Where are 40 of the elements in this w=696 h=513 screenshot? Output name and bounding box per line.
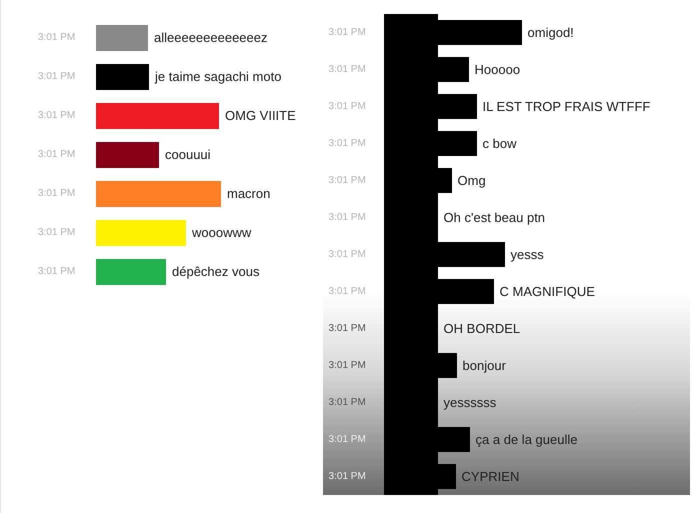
chat-message: IL EST TROP FRAIS WTFFF xyxy=(482,99,650,114)
chat-message: ça a de la gueulle xyxy=(476,432,578,447)
timestamp: 3:01 PM xyxy=(37,188,76,199)
timestamp: 3:01 PM xyxy=(328,64,367,75)
chat-message: OMG VIIITE xyxy=(225,108,296,123)
timestamp: 3:01 PM xyxy=(328,397,367,408)
chat-message: C MAGNIFIQUE xyxy=(500,284,595,299)
timestamp: 3:01 PM xyxy=(328,471,367,482)
chat-message: Hooooo xyxy=(474,62,520,77)
timestamp: 3:01 PM xyxy=(328,360,367,371)
chat-message: OH BORDEL xyxy=(444,321,520,336)
chat-message: macron xyxy=(227,186,270,201)
chat-message: wooowww xyxy=(192,225,252,240)
timestamp: 3:01 PM xyxy=(328,434,367,445)
timestamp: 3:01 PM xyxy=(37,266,76,277)
chat-message: Omg xyxy=(458,173,486,188)
timestamp: 3:01 PM xyxy=(328,323,367,334)
chat-message: dépêchez vous xyxy=(172,264,260,279)
chat-message: yesss xyxy=(510,247,544,262)
timestamp: 3:01 PM xyxy=(328,138,367,149)
timestamp: 3:01 PM xyxy=(37,110,76,121)
timestamp: 3:01 PM xyxy=(328,249,367,260)
chat-message: CYPRIEN xyxy=(462,469,520,484)
timestamp: 3:01 PM xyxy=(37,32,76,43)
timestamp: 3:01 PM xyxy=(37,71,76,82)
chat-message: c bow xyxy=(482,136,517,151)
chat-message: alleeeeeeeeeeeeez xyxy=(154,30,268,45)
timestamp: 3:01 PM xyxy=(328,175,367,186)
chat-message: yessssss xyxy=(444,395,496,410)
chat-message: coouuui xyxy=(165,147,211,162)
timestamp: 3:01 PM xyxy=(328,27,367,38)
chat-message: je taime sagachi moto xyxy=(155,69,282,84)
chat-message: omigod! xyxy=(528,25,574,40)
chat-message: Oh c'est beau ptn xyxy=(444,210,546,225)
timestamp: 3:01 PM xyxy=(328,101,367,112)
chat-message: bonjour xyxy=(462,358,506,373)
timestamp: 3:01 PM xyxy=(328,286,367,297)
timestamp: 3:01 PM xyxy=(37,149,76,160)
timestamp: 3:01 PM xyxy=(37,227,76,238)
timestamp: 3:01 PM xyxy=(328,212,367,223)
